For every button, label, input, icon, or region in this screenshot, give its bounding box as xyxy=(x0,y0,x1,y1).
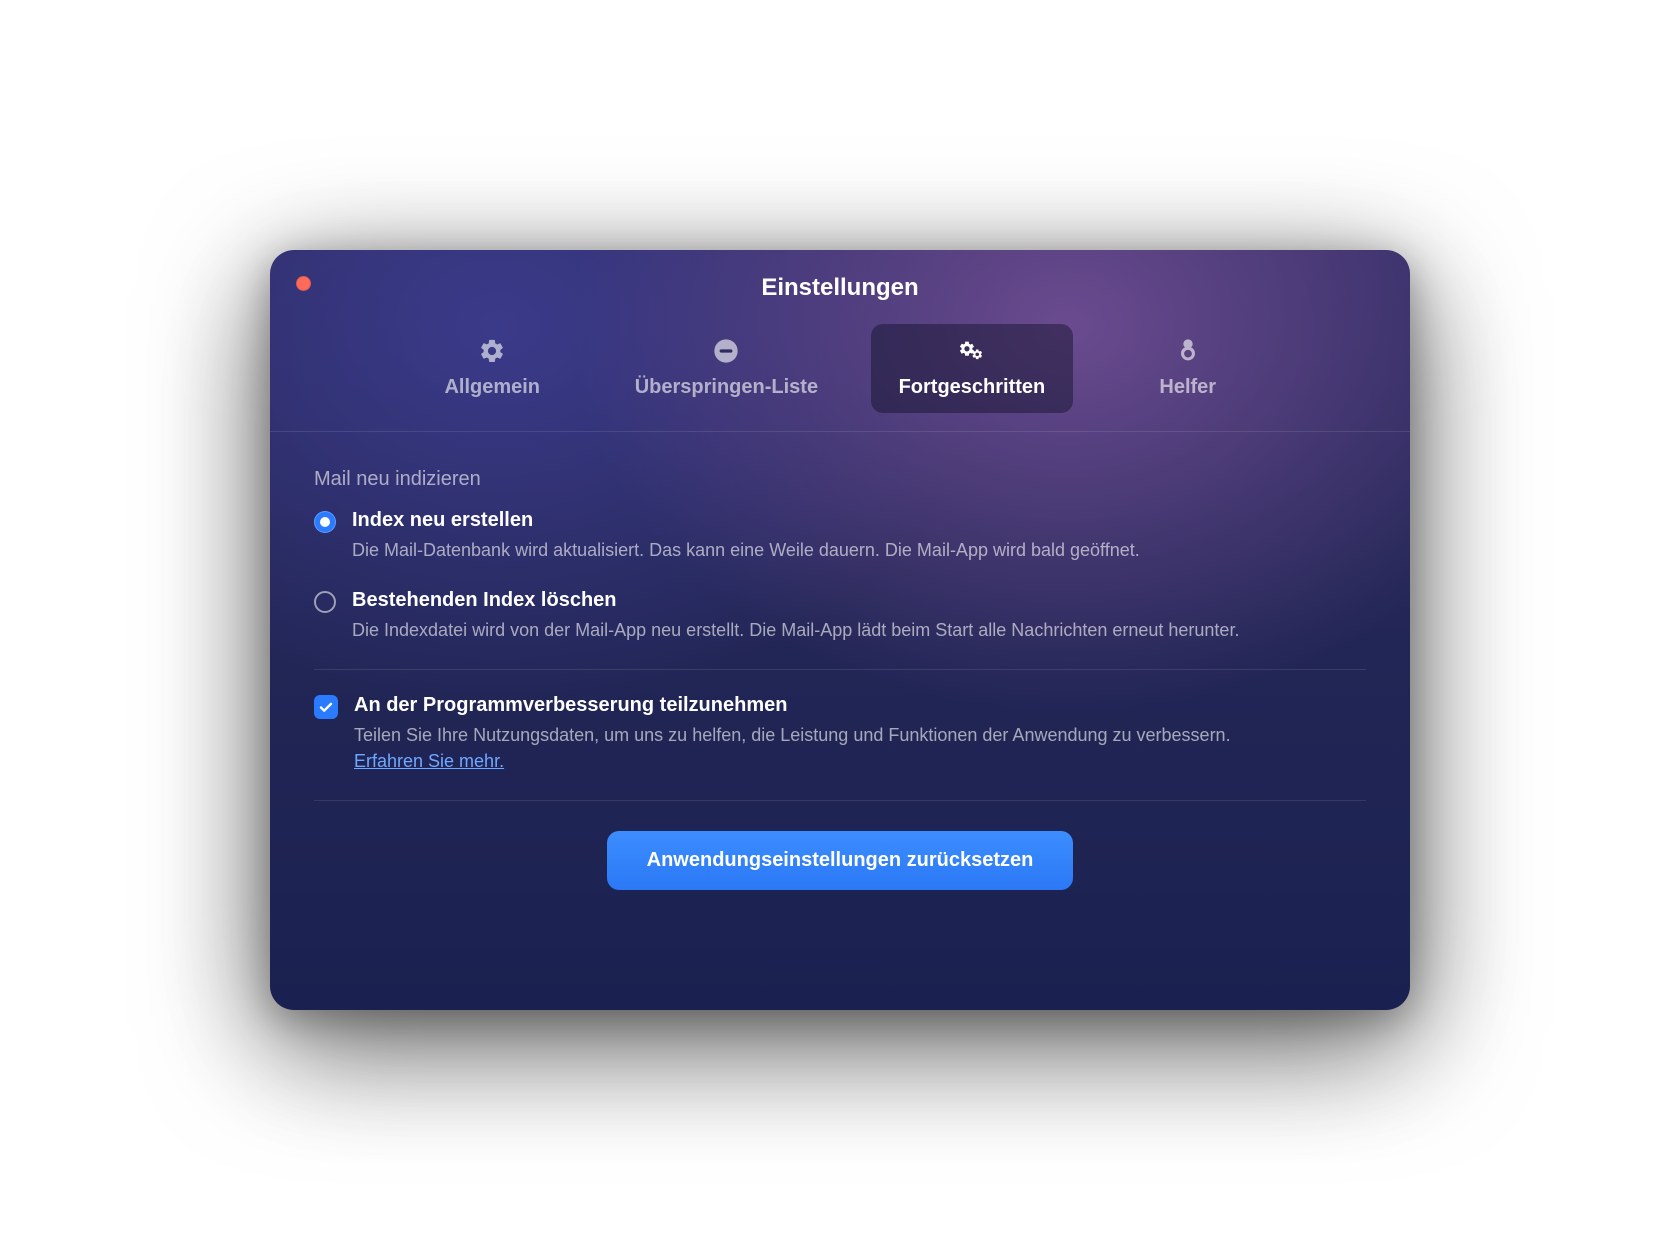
settings-window: Einstellungen Allgemein Überspringen-Lis… xyxy=(270,250,1410,1010)
radio-delete-index[interactable] xyxy=(314,591,336,613)
gears-icon xyxy=(958,336,986,366)
option-improve-title: An der Programmverbesserung teilzunehmen xyxy=(354,694,1231,717)
gear-icon xyxy=(478,336,506,366)
reindex-heading: Mail neu indizieren xyxy=(314,468,1366,491)
close-window-button[interactable] xyxy=(296,276,311,291)
tab-skiplist-label: Überspringen-Liste xyxy=(635,376,818,399)
option-delete-desc: Die Indexdatei wird von der Mail-App neu… xyxy=(352,618,1239,643)
minus-circle-icon xyxy=(712,336,740,366)
option-improve-desc: Teilen Sie Ihre Nutzungsdaten, um uns zu… xyxy=(354,723,1231,773)
radio-rebuild-index[interactable] xyxy=(314,511,336,533)
option-rebuild-index[interactable]: Index neu erstellen Die Mail-Datenbank w… xyxy=(314,509,1366,563)
titlebar: Einstellungen xyxy=(270,250,1410,310)
tabs-row: Allgemein Überspringen-Liste Fortgeschri… xyxy=(270,310,1410,432)
tab-advanced[interactable]: Fortgeschritten xyxy=(871,324,1074,413)
tab-general-label: Allgemein xyxy=(444,376,540,399)
divider xyxy=(314,800,1366,801)
reset-settings-button[interactable]: Anwendungseinstellungen zurücksetzen xyxy=(607,831,1074,890)
option-rebuild-desc: Die Mail-Datenbank wird aktualisiert. Da… xyxy=(352,538,1140,563)
learn-more-link[interactable]: Erfahren Sie mehr. xyxy=(354,751,504,771)
window-title: Einstellungen xyxy=(270,274,1410,302)
tab-general[interactable]: Allgemein xyxy=(402,324,582,413)
option-improvement-program[interactable]: An der Programmverbesserung teilzunehmen… xyxy=(314,694,1366,773)
helper-icon xyxy=(1174,336,1202,366)
option-improve-desc-text: Teilen Sie Ihre Nutzungsdaten, um uns zu… xyxy=(354,725,1231,745)
option-delete-title: Bestehenden Index löschen xyxy=(352,589,1239,612)
option-delete-index[interactable]: Bestehenden Index löschen Die Indexdatei… xyxy=(314,589,1366,643)
content: Mail neu indizieren Index neu erstellen … xyxy=(270,432,1410,914)
tab-helper[interactable]: Helfer xyxy=(1098,324,1278,413)
divider xyxy=(314,669,1366,670)
tab-helper-label: Helfer xyxy=(1159,376,1216,399)
option-rebuild-title: Index neu erstellen xyxy=(352,509,1140,532)
tab-skiplist[interactable]: Überspringen-Liste xyxy=(607,324,846,413)
tab-advanced-label: Fortgeschritten xyxy=(899,376,1046,399)
checkbox-improvement-program[interactable] xyxy=(314,695,338,719)
